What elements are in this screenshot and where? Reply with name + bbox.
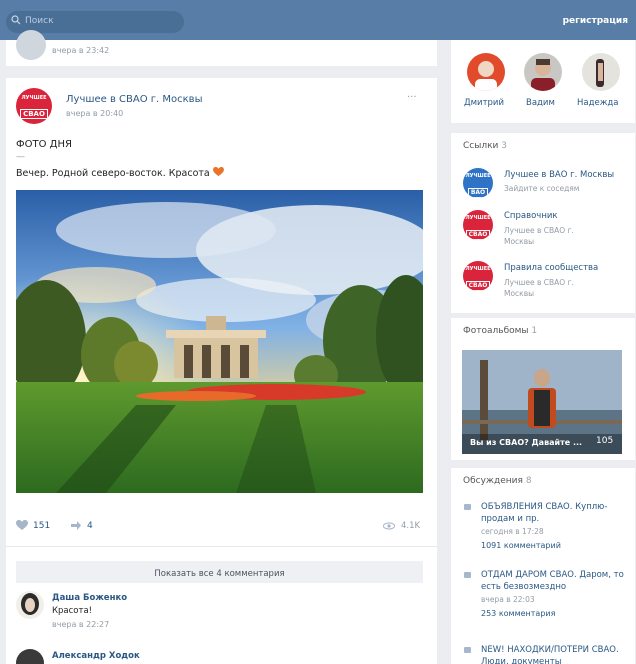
like-count[interactable]: 151 <box>33 521 50 531</box>
link-logo-text-top: ЛУЧШЕЕ <box>465 173 491 179</box>
views-count: 4.1K <box>401 521 421 531</box>
post-text: Вечер. Родной северо-восток. Красота <box>16 168 210 179</box>
links-card: Ссылки 3 ЛУЧШЕЕ ВАО Лучшее в ВАО г. Моск… <box>451 133 635 313</box>
links-count: 3 <box>501 141 507 151</box>
member-photo <box>475 61 497 91</box>
links-title-row[interactable]: Ссылки 3 <box>463 141 507 151</box>
register-link[interactable]: регистрация <box>563 16 628 26</box>
discussion-comments[interactable]: 1091 комментарий <box>481 541 561 550</box>
comment-avatar-image <box>21 593 39 615</box>
album-cover[interactable]: Вы из СВАО? Давайте ... 105 <box>462 350 622 454</box>
heart-emoji-icon <box>212 167 224 177</box>
link-description: Лучшее в СВАО г. Москвы <box>504 278 574 298</box>
repost-icon[interactable] <box>70 520 82 531</box>
member-name[interactable]: Надежда <box>577 98 618 108</box>
discussion-time: вчера в 22:03 <box>481 595 535 604</box>
link-logo-text-top: ЛУЧШЕЕ <box>465 215 491 221</box>
post-card: ЛУЧШЕЕ СВАО Лучшее в СВАО г. Москвы вчер… <box>6 78 437 664</box>
link-logo[interactable]: ЛУЧШЕЕ ВАО <box>463 168 493 198</box>
post-author[interactable]: Лучшее в СВАО г. Москвы <box>66 94 202 105</box>
previous-post-avatar <box>16 30 46 60</box>
albums-count: 1 <box>531 326 538 336</box>
discussion-bubble-icon <box>464 647 471 653</box>
comment-time[interactable]: вчера в 22:27 <box>52 620 109 629</box>
discussions-title: Обсуждения <box>463 476 523 486</box>
discussion-title[interactable]: NEW! НАХОДКИ/ПОТЕРИ СВАО. Люди, документ… <box>481 644 629 664</box>
member-photo <box>596 59 604 87</box>
logo-text-top: ЛУЧШЕЕ <box>21 95 47 101</box>
discussion-bubble-icon <box>464 504 471 510</box>
post-more-icon[interactable]: ··· <box>407 92 417 103</box>
discussion-title[interactable]: ОТДАМ ДАРОМ СВАО. Даром, то есть безвозм… <box>481 569 629 593</box>
album-photo-count: 105 <box>596 436 614 446</box>
repost-count[interactable]: 4 <box>87 521 93 531</box>
discussion-title[interactable]: ОБЪЯВЛЕНИЯ СВАО. Куплю-продам и пр. <box>481 501 629 525</box>
comment-author[interactable]: Даша Боженко <box>52 593 127 603</box>
photo-albums-card: Фотоальбомы 1 Вы из СВАО? Давайте ... 10… <box>451 318 635 460</box>
comment-text: Красота! <box>52 606 93 616</box>
member-photo <box>531 59 555 91</box>
like-icon[interactable] <box>16 520 28 531</box>
link-logo-text-bottom: СВАО <box>465 281 491 291</box>
link-logo-text-bottom: СВАО <box>465 230 491 240</box>
discussion-time: сегодня в 17:28 <box>481 527 544 536</box>
post-photo[interactable] <box>16 190 423 493</box>
member-name[interactable]: Дмитрий <box>464 98 504 108</box>
link-description: Зайдите к соседям <box>504 184 580 193</box>
member-avatar[interactable] <box>582 53 620 91</box>
views-eye-icon <box>383 522 395 530</box>
links-title: Ссылки <box>463 141 499 151</box>
link-logo[interactable]: ЛУЧШЕЕ СВАО <box>463 261 493 291</box>
post-time[interactable]: вчера в 20:40 <box>66 109 123 118</box>
link-name[interactable]: Лучшее в ВАО г. Москвы <box>504 170 614 180</box>
discussion-bubble-icon <box>464 572 471 578</box>
link-name[interactable]: Правила сообщества <box>504 263 598 273</box>
divider <box>6 546 437 547</box>
link-name[interactable]: Справочник <box>504 211 558 221</box>
link-description: Лучшее в СВАО г. Москвы <box>504 226 574 246</box>
show-all-comments-label: Показать все 4 комментария <box>154 569 285 579</box>
member-avatar[interactable] <box>467 53 505 91</box>
discussions-title-row[interactable]: Обсуждения 8 <box>463 476 532 486</box>
albums-title-row[interactable]: Фотоальбомы 1 <box>463 326 537 336</box>
link-logo-text-top: ЛУЧШЕЕ <box>465 266 491 272</box>
previous-post-time: вчера в 23:42 <box>52 46 110 55</box>
community-logo[interactable]: ЛУЧШЕЕ СВАО <box>16 88 52 124</box>
post-title: ФОТО ДНЯ <box>16 139 72 150</box>
album-title: Вы из СВАО? Давайте ... <box>470 438 583 447</box>
previous-post-card: вчера в 23:42 <box>6 30 437 66</box>
member-name[interactable]: Вадим <box>526 98 555 108</box>
link-logo-text-bottom: ВАО <box>467 188 489 198</box>
show-all-comments-button[interactable]: Показать все 4 комментария <box>16 561 423 583</box>
comment-author[interactable]: Александр Ходок <box>52 651 140 661</box>
albums-title: Фотоальбомы <box>463 326 529 336</box>
top-header-bar: Поиск регистрация <box>0 0 636 40</box>
link-logo[interactable]: ЛУЧШЕЕ СВАО <box>463 210 493 240</box>
search-placeholder: Поиск <box>25 16 54 26</box>
post-text-line: Вечер. Родной северо-восток. Красота <box>16 167 224 179</box>
post-dash: — <box>16 152 25 162</box>
members-card: Дмитрий Вадим Надежда <box>451 40 635 123</box>
discussion-comments[interactable]: 253 комментария <box>481 609 555 618</box>
discussions-count: 8 <box>525 476 532 486</box>
comment-avatar[interactable] <box>16 591 44 619</box>
logo-text-bottom: СВАО <box>20 109 48 119</box>
search-icon <box>11 15 21 25</box>
comment-avatar[interactable] <box>16 649 44 664</box>
discussions-card: Обсуждения 8 ОБЪЯВЛЕНИЯ СВАО. Куплю-прод… <box>451 468 635 664</box>
member-avatar[interactable] <box>524 53 562 91</box>
